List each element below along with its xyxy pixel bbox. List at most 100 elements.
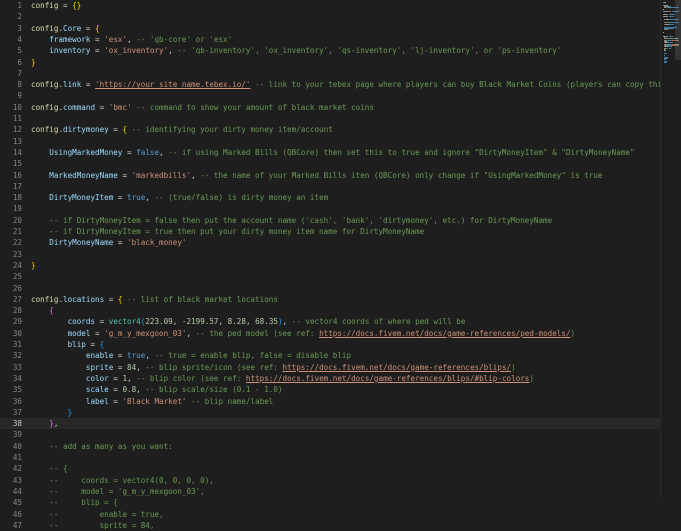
code-token: 'black_money' — [127, 238, 187, 248]
code-token: -- link to your tebex page where players… — [255, 80, 660, 90]
code-token: -- (true/false) is dirty money an item — [154, 193, 329, 203]
code-line[interactable]: 25 — [0, 271, 660, 282]
code-line[interactable]: 4 framework = 'esx', -- 'qb-core' or 'es… — [0, 34, 660, 45]
line-number: 31 — [12, 340, 22, 349]
code-line[interactable]: 21 -- if DirtyMoneyItem = true then put … — [0, 226, 660, 237]
code-line[interactable]: 44 -- model = 'g_m_y_mexgoon_03', — [0, 486, 660, 497]
line-number: 16 — [12, 170, 22, 180]
code-token: UsingMarkedMoney — [49, 147, 123, 157]
code-token: 'g_m_y_mexgoon_03' — [104, 328, 187, 338]
code-line[interactable]: 18 DirtyMoneyItem = true, -- (true/false… — [0, 192, 660, 203]
code-line[interactable]: 47 -- sprite = 84, — [0, 520, 660, 531]
code-line[interactable]: 40 -- add as many as you want: — [0, 441, 660, 452]
line-number: 6 — [17, 57, 22, 67]
code-token: blip — [67, 340, 86, 349]
line-number: 24 — [12, 260, 22, 270]
code-token: , — [282, 317, 292, 327]
code-line[interactable]: 23 — [0, 249, 660, 260]
code-line[interactable]: 36 label = 'Black Market' -- blip name/l… — [0, 396, 660, 407]
code-token: config — [31, 23, 59, 33]
minimap-stroke — [672, 39, 679, 41]
code-editor[interactable]: 1 config = {} 2 3 config.Core = {4 framework… — [0, 0, 681, 530]
code-token: , — [186, 328, 196, 338]
code-line[interactable]: 2 — [0, 11, 660, 22]
code-line[interactable]: 33 sprite = 84, -- blip sprite/icon (see… — [0, 362, 660, 373]
code-line[interactable]: 34 color = 1, -- blip color (see ref: ht… — [0, 373, 660, 384]
code-line[interactable]: 6} — [0, 57, 660, 68]
code-token: 68.35 — [255, 317, 278, 327]
code-line[interactable]: 11 — [0, 113, 660, 124]
code-line[interactable]: 12 config.dirtymoney = { -- identifying y… — [0, 124, 660, 135]
line-number: 44 — [12, 486, 22, 496]
line-number: 43 — [12, 475, 22, 485]
code-token: , — [127, 34, 137, 44]
code-line[interactable]: 42 -- { — [0, 463, 660, 474]
code-line[interactable]: 37 } — [0, 407, 660, 418]
code-line[interactable]: 27 config.locations = { -- list of black … — [0, 294, 660, 305]
code-line[interactable]: 10 config.command = 'bmc' -- command to s… — [0, 102, 660, 113]
minimap-stroke — [667, 13, 668, 15]
minimap-stroke — [667, 29, 669, 31]
code-line[interactable]: 22 DirtyMoneyName = 'black_money' — [0, 237, 660, 248]
minimap-stroke — [669, 24, 674, 26]
code-line[interactable]: 41 — [0, 452, 660, 463]
code-line[interactable]: 8 config.link = 'https://your_site_name.t… — [0, 79, 660, 90]
code-token: -- if DirtyMoneyItem = true then put you… — [49, 227, 425, 236]
minimap[interactable] — [660, 0, 681, 499]
line-number: 47 — [12, 520, 22, 530]
code-line[interactable]: 32 enable = true, -- true = enable blip,… — [0, 350, 660, 361]
code-token: command — [63, 102, 96, 112]
code-line[interactable]: 13 — [0, 136, 660, 147]
code-line[interactable]: 24} — [0, 260, 660, 271]
code-line[interactable]: 43 -- coords = vector4(0, 0, 0, 0), — [0, 475, 660, 486]
scrollbar-thumb[interactable] — [675, 0, 681, 60]
code-token: } — [31, 260, 36, 270]
code-line[interactable]: 17 — [0, 181, 660, 192]
code-token: = — [108, 396, 123, 406]
code-token: config — [31, 102, 59, 112]
code-token: -- 'qb-inventory', 'ox_inventory', 'qs-i… — [177, 46, 562, 56]
code-token: -- blip = { — [49, 498, 118, 508]
code-line[interactable]: 7 — [0, 68, 660, 79]
code-line[interactable]: 30 model = 'g_m_y_mexgoon_03', -- the pe… — [0, 328, 660, 339]
code-token: = — [81, 23, 96, 33]
code-token: = — [90, 46, 105, 56]
line-number: 3 — [17, 23, 22, 33]
code-line[interactable]: 31 blip = { — [0, 339, 660, 350]
code-line[interactable]: 16 MarkedMoneyName = 'markedbills', -- t… — [0, 170, 660, 181]
code-line[interactable]: 14 UsingMarkedMoney = false, -- if using… — [0, 147, 660, 158]
code-line[interactable]: 5 inventory = 'ox_inventory', -- 'qb-inv… — [0, 45, 660, 56]
code-line[interactable]: 26 — [0, 283, 660, 294]
code-line[interactable]: 1 config = {} — [0, 0, 660, 11]
code-token: true — [127, 193, 146, 203]
code-line[interactable]: 38 }, — [0, 418, 660, 430]
code-line[interactable]: 20 -- if DirtyMoneyItem = false then put… — [0, 215, 660, 226]
code-line[interactable]: 46 -- enable = true, — [0, 509, 660, 520]
line-number: 41 — [12, 453, 22, 462]
code-line[interactable]: 15 — [0, 158, 660, 169]
code-line[interactable]: 3 config.Core = { — [0, 23, 660, 34]
line-number: 46 — [12, 509, 22, 519]
code-line[interactable]: 35 scale = 0.8, -- blip scale/size (0.1 … — [0, 384, 660, 395]
code-token: -- blip color (see ref: — [136, 373, 246, 383]
code-line[interactable]: 39 — [0, 429, 660, 440]
code-token: framework — [49, 34, 91, 44]
line-number: 9 — [17, 91, 22, 101]
code-token: , — [136, 362, 146, 372]
code-line[interactable]: 28 { — [0, 305, 660, 316]
code-token: -- add as many as you want: — [49, 441, 173, 451]
code-token: {} — [72, 1, 82, 10]
code-token: , — [127, 373, 137, 383]
line-number: 22 — [12, 238, 22, 248]
code-line[interactable]: 9 — [0, 90, 660, 101]
line-number: 32 — [12, 351, 22, 361]
line-number: 40 — [12, 441, 22, 451]
code-line[interactable]: 19 — [0, 203, 660, 214]
code-line[interactable]: 29 coords = vector4(223.09, -2199.57, 8.… — [0, 316, 660, 327]
